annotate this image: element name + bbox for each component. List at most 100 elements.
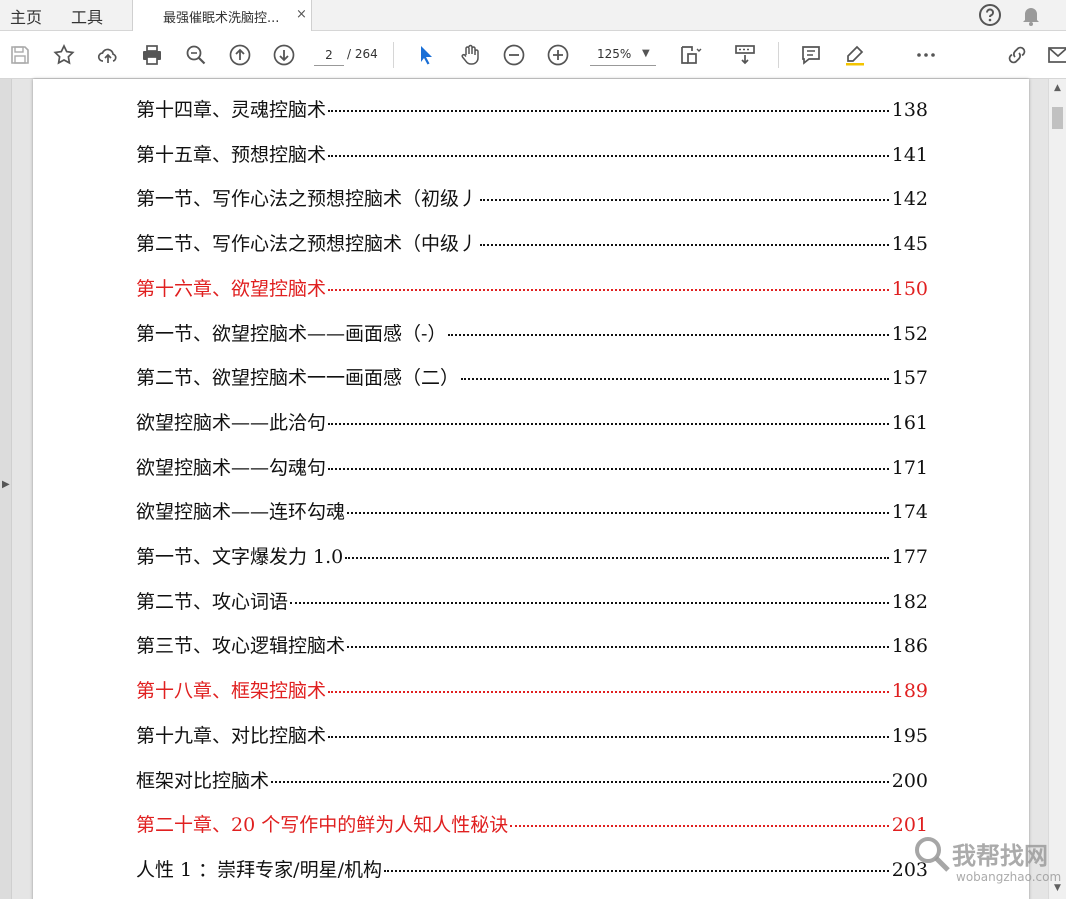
toc-entry-page: 142 [891, 188, 928, 211]
watermark-magnifier-icon [915, 837, 950, 872]
toc-entry[interactable]: 欲望控脑术——此洽句 161 [136, 408, 928, 438]
zoom-select[interactable]: 125% ▼ [590, 44, 656, 66]
zoom-in-icon[interactable] [544, 41, 572, 69]
toc-entry-title: 欲望控脑术——此洽句 [136, 411, 327, 434]
scroll-up-arrow[interactable]: ▲ [1049, 79, 1066, 97]
toc-entry-title: 第十九章、对比控脑术 [136, 724, 327, 747]
toolbar-divider [778, 42, 779, 68]
toc-leader-dots [448, 333, 889, 336]
notifications-bell-icon[interactable] [1019, 3, 1043, 27]
toc-entry[interactable]: 框架对比控脑术 200 [136, 766, 928, 796]
toc-leader-dots [510, 825, 889, 828]
toc-entry-title: 第十五章、预想控脑术 [136, 143, 327, 166]
toc-entry-title: 第一节、欲望控脑术——画面感（-） [136, 322, 447, 345]
select-cursor-icon[interactable] [412, 41, 440, 69]
toc-entry-page: 182 [891, 590, 928, 613]
toc-entry-page: 189 [891, 680, 928, 703]
save-icon[interactable] [6, 41, 34, 69]
toc-entry[interactable]: 第十六章、欲望控脑术 150 [136, 274, 928, 304]
toc-leader-dots [290, 601, 889, 604]
toc-entry[interactable]: 第二节、写作心法之预想控脑术（中级丿 145 [136, 229, 928, 259]
toc-leader-dots [328, 735, 889, 738]
toc-entry[interactable]: 人性 1 ：崇拜专家/明星/机构 203 [136, 855, 928, 885]
tab-tools[interactable]: 工具 [71, 4, 103, 28]
toc-leader-dots [328, 288, 889, 291]
toc-entry[interactable]: 第一节、写作心法之预想控脑术（初级丿 142 [136, 184, 928, 214]
toc-entry-title: 欲望控脑术——勾魂句 [136, 456, 327, 479]
fit-page-icon[interactable] [676, 41, 704, 69]
zoom-search-icon[interactable] [182, 41, 210, 69]
toc-leader-dots [345, 557, 889, 559]
toc-entry-page: 152 [891, 322, 928, 345]
left-panel-toggle[interactable]: ▶ [0, 79, 12, 899]
toc-leader-dots [383, 869, 889, 872]
toc-entry-title: 第二节、攻心词语 [136, 590, 289, 613]
toc-entry[interactable]: 第十八章、框架控脑术 189 [136, 676, 928, 706]
toc-entry-title: 第十六章、欲望控脑术 [136, 277, 327, 300]
email-icon[interactable] [1044, 41, 1066, 69]
scroll-thumb[interactable] [1052, 107, 1063, 129]
toc-entry[interactable]: 第一节、文字爆发力 1.0 177 [136, 542, 928, 572]
toc-entry[interactable]: 第二节、攻心词语 182 [136, 587, 928, 617]
watermark-text: 我帮找网 [952, 842, 1048, 870]
toc-entry[interactable]: 第二十章、20 个写作中的鲜为人知人性秘诀 201 [136, 810, 928, 840]
highlight-pen-icon[interactable] [841, 41, 869, 69]
toc-entry-title: 人性 1 ：崇拜专家/明星/机构 [136, 858, 382, 881]
toc-entry-page: 171 [891, 456, 928, 479]
page-total: / 264 [347, 47, 378, 61]
expand-panel-icon: ▶ [2, 479, 10, 490]
toc-entry-title: 第十四章、灵魂控脑术 [136, 99, 327, 121]
scroll-mode-icon[interactable] [731, 41, 759, 69]
toc-leader-dots [347, 646, 889, 649]
toc-entry-page: 174 [891, 501, 928, 524]
toc-entry-page: 145 [891, 233, 928, 256]
toc-entry-page: 186 [891, 635, 928, 658]
tab-bar: 主页 工具 最强催眠术洗脑控... × [0, 0, 1066, 31]
toc-entry[interactable]: 第十五章、预想控脑术 141 [136, 140, 928, 170]
toc-entry[interactable]: 第十四章、灵魂控脑术 138 [136, 95, 928, 125]
toc-entry-page: 157 [891, 367, 928, 390]
toc-entry[interactable]: 第三节、攻心逻辑控脑术 186 [136, 631, 928, 661]
toolbar: / 264 125% ▼ [0, 31, 1066, 79]
tab-home[interactable]: 主页 [10, 4, 42, 28]
vertical-scrollbar[interactable]: ▲ ▼ [1048, 79, 1066, 899]
toc-leader-dots [461, 378, 889, 381]
zoom-out-icon[interactable] [500, 41, 528, 69]
bookmark-star-icon[interactable] [50, 41, 78, 69]
toc-entry[interactable]: 欲望控脑术——勾魂句 171 [136, 453, 928, 483]
toc-leader-dots [328, 154, 889, 157]
share-link-icon[interactable] [1003, 41, 1031, 69]
chevron-down-icon: ▼ [642, 48, 650, 59]
toc-leader-dots [271, 780, 889, 783]
toc-entry-page: 161 [891, 411, 928, 434]
comment-icon[interactable] [797, 41, 825, 69]
toc-entry[interactable]: 第一节、欲望控脑术——画面感（-） 152 [136, 319, 928, 349]
toc-entry-page: 138 [891, 99, 928, 121]
print-icon[interactable] [138, 41, 166, 69]
toc-entry-title: 第十八章、框架控脑术 [136, 680, 327, 703]
next-page-icon[interactable] [270, 41, 298, 69]
hand-tool-icon[interactable] [456, 41, 484, 69]
toc-leader-dots [328, 110, 889, 112]
toc-entry[interactable]: 欲望控脑术——连环勾魂 174 [136, 497, 928, 527]
toc-entry[interactable]: 第十九章、对比控脑术 195 [136, 721, 928, 751]
toc-leader-dots [328, 467, 889, 470]
help-icon[interactable] [978, 3, 1002, 27]
upload-cloud-icon[interactable] [94, 41, 122, 69]
tab-document[interactable]: 最强催眠术洗脑控... × [132, 0, 312, 31]
toc-entry-page: 200 [891, 769, 928, 792]
pdf-page: 第十四章、灵魂控脑术 138 第十五章、预想控脑术 141 第一节、写作心法之预想控脑术… [33, 79, 1029, 899]
document-tab-title: 最强催眠术洗脑控... [163, 11, 280, 26]
page-number-input[interactable] [314, 44, 344, 66]
close-tab-button[interactable]: × [296, 7, 307, 22]
toc-entry-title: 第二节、欲望控脑术一一画面感（二） [136, 367, 460, 390]
previous-page-icon[interactable] [226, 41, 254, 69]
toc-entry[interactable]: 第二节、欲望控脑术一一画面感（二） 157 [136, 363, 928, 393]
toc-leader-dots [328, 691, 889, 694]
toc-entry-title: 第二节、写作心法之预想控脑术（中级丿 [136, 233, 479, 256]
toc-entry-page: 150 [891, 277, 928, 300]
zoom-value: 125% [597, 47, 632, 61]
toc-entry-page: 177 [891, 546, 928, 568]
toc-leader-dots [328, 422, 889, 425]
more-icon[interactable] [912, 41, 940, 69]
